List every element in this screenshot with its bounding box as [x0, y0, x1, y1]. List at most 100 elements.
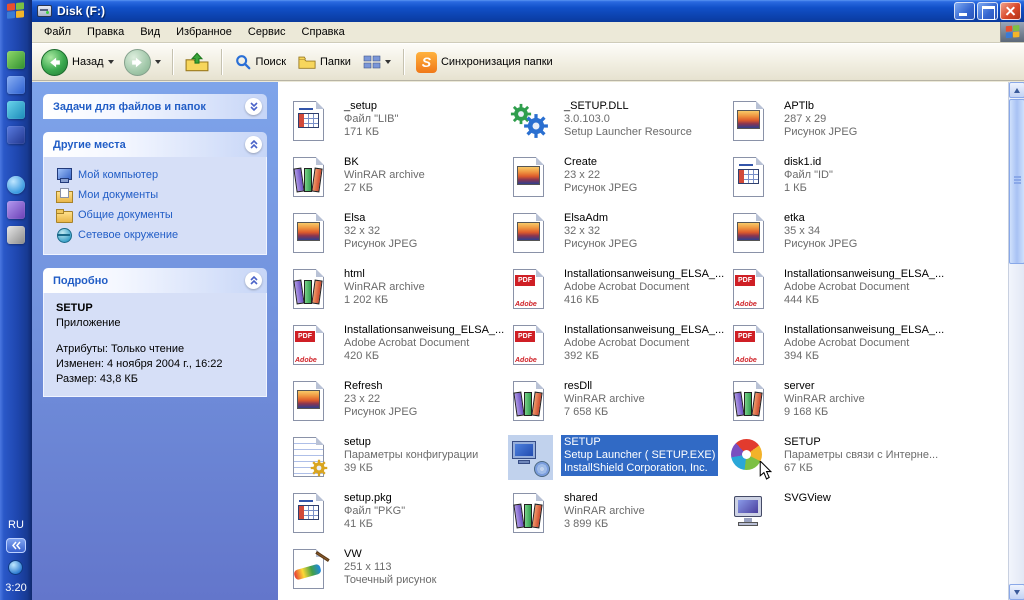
folders-button[interactable]: Папки: [294, 52, 355, 72]
taskbar-clock: 3:20: [5, 582, 26, 594]
quick-launch-icon[interactable]: [7, 226, 25, 244]
file-tile[interactable]: VW251 x 113Точечный рисунок: [288, 547, 508, 600]
vertical-scrollbar[interactable]: [1008, 82, 1024, 600]
taskbar-top: [7, 0, 25, 244]
file-tile[interactable]: SVGView: [728, 491, 948, 547]
scroll-up-button[interactable]: [1009, 82, 1024, 98]
file-detail: Adobe Acrobat Document: [784, 337, 944, 350]
chevron-double-up-icon[interactable]: [245, 136, 262, 153]
internet-explorer-icon[interactable]: [7, 176, 25, 194]
sidebar-item-shared-documents[interactable]: Общие документы: [56, 205, 256, 225]
file-name: ElsaAdm: [564, 212, 637, 225]
file-tile[interactable]: etka35 x 34Рисунок JPEG: [728, 211, 948, 267]
back-button[interactable]: Назад: [38, 47, 117, 78]
file-tile[interactable]: Elsa32 x 32Рисунок JPEG: [288, 211, 508, 267]
chevron-down-icon[interactable]: [385, 60, 391, 64]
chevron-double-down-icon[interactable]: [245, 98, 262, 115]
file-tile[interactable]: APTlb287 x 29Рисунок JPEG: [728, 99, 948, 155]
file-name: SETUP: [564, 436, 715, 449]
search-button[interactable]: Поиск: [230, 52, 290, 72]
file-list-area[interactable]: _setupФайл "LIB"171 КБ_SETUP.DLL3.0.103.…: [278, 82, 1008, 600]
file-tile[interactable]: disk1.idФайл "ID"1 КБ: [728, 155, 948, 211]
sidebar-item-network-places[interactable]: Сетевое окружение: [56, 225, 256, 245]
quick-launch-icon[interactable]: [7, 126, 25, 144]
scroll-down-button[interactable]: [1009, 584, 1024, 600]
pdf-file-icon: PDFAdobe: [508, 323, 553, 368]
sidebar-item-label: Общие документы: [78, 209, 173, 221]
menu-item[interactable]: Файл: [36, 23, 79, 41]
file-detail: Файл "ID": [784, 169, 833, 182]
task-pane-sections: Задачи для файлов и папок Другие места Мой…: [43, 94, 267, 397]
file-tile[interactable]: PDFAdobeInstallationsanweisung_ELSA_...A…: [728, 323, 948, 379]
hide-tray-icons-button[interactable]: [6, 538, 26, 553]
sidebar-item-my-documents[interactable]: Мои документы: [56, 185, 256, 205]
file-tile[interactable]: setupПараметры конфигурации39 КБ: [288, 435, 508, 491]
file-name: shared: [564, 492, 645, 505]
scrollbar-thumb[interactable]: [1009, 99, 1024, 264]
folder-sync-button[interactable]: S Синхронизация папки: [412, 50, 557, 75]
sidebar-item-my-computer[interactable]: Мой компьютер: [56, 165, 256, 185]
file-tile[interactable]: ElsaAdm32 x 32Рисунок JPEG: [508, 211, 728, 267]
task-pane-section-header[interactable]: Задачи для файлов и папок: [43, 94, 267, 119]
triangle-down-icon: [1014, 590, 1020, 595]
file-detail: 3.0.103.0: [564, 113, 692, 126]
tray-icon[interactable]: [8, 560, 23, 575]
installer-file-icon: [508, 435, 553, 480]
chevron-double-up-icon[interactable]: [245, 272, 262, 289]
file-tile[interactable]: _SETUP.DLL3.0.103.0Setup Launcher Resour…: [508, 99, 728, 155]
back-arrow-icon: [41, 49, 68, 76]
menu-item[interactable]: Правка: [79, 23, 132, 41]
chevron-down-icon[interactable]: [155, 60, 161, 64]
file-tile[interactable]: BKWinRAR archive27 КБ: [288, 155, 508, 211]
section-title: Другие места: [53, 139, 126, 151]
up-folder-icon: [185, 52, 209, 72]
up-folder-button[interactable]: [181, 50, 213, 74]
language-indicator[interactable]: RU: [8, 519, 24, 531]
file-detail: WinRAR archive: [344, 169, 425, 182]
details-attributes: Атрибуты: Только чтение: [56, 342, 256, 357]
file-detail: Рисунок JPEG: [784, 238, 857, 251]
quick-launch-icon[interactable]: [7, 101, 25, 119]
file-tile[interactable]: PDFAdobeInstallationsanweisung_ELSA_...A…: [288, 323, 508, 379]
file-tile[interactable]: PDFAdobeInstallationsanweisung_ELSA_...A…: [728, 267, 948, 323]
file-tile[interactable]: htmlWinRAR archive1 202 КБ: [288, 267, 508, 323]
file-tile[interactable]: PDFAdobeInstallationsanweisung_ELSA_...A…: [508, 323, 728, 379]
title-bar: Disk (F:): [32, 0, 1024, 22]
file-tile[interactable]: setup.pkgФайл "PKG"41 КБ: [288, 491, 508, 547]
file-name: Installationsanweisung_ELSA_...: [344, 324, 504, 337]
file-tile[interactable]: resDllWinRAR archive7 658 КБ: [508, 379, 728, 435]
forward-button[interactable]: [121, 47, 164, 78]
file-detail: 35 x 34: [784, 225, 857, 238]
file-name: Installationsanweisung_ELSA_...: [784, 324, 944, 337]
file-tile[interactable]: Create23 x 22Рисунок JPEG: [508, 155, 728, 211]
details-file-name: SETUP: [56, 301, 256, 316]
chevron-down-icon[interactable]: [108, 60, 114, 64]
quick-launch-icon[interactable]: [7, 201, 25, 219]
file-tile-text: Elsa32 x 32Рисунок JPEG: [341, 211, 420, 252]
quick-launch-icon[interactable]: [7, 76, 25, 94]
chevron-left-icon: [11, 541, 21, 550]
file-tile[interactable]: serverWinRAR archive9 168 КБ: [728, 379, 948, 435]
file-tile[interactable]: sharedWinRAR archive3 899 КБ: [508, 491, 728, 547]
file-tile[interactable]: Refresh23 x 22Рисунок JPEG: [288, 379, 508, 435]
maximize-button[interactable]: [977, 2, 998, 20]
file-tile-text: etka35 x 34Рисунок JPEG: [781, 211, 860, 252]
quick-launch-icon[interactable]: [7, 51, 25, 69]
file-tile[interactable]: SETUPПараметры связи с Интерне...67 КБ: [728, 435, 948, 491]
task-pane-section-header[interactable]: Подробно: [43, 268, 267, 293]
menu-item[interactable]: Вид: [132, 23, 168, 41]
minimize-button[interactable]: [954, 2, 975, 20]
close-button[interactable]: [1000, 2, 1021, 20]
file-tile-selected[interactable]: SETUPSetup Launcher ( SETUP.EXE)InstallS…: [508, 435, 728, 491]
file-tile[interactable]: PDFAdobeInstallationsanweisung_ELSA_...A…: [508, 267, 728, 323]
menu-item[interactable]: Избранное: [168, 23, 240, 41]
views-button[interactable]: [359, 52, 395, 72]
file-detail: 32 x 32: [344, 225, 417, 238]
windows-start-icon[interactable]: [7, 2, 25, 20]
menu-item[interactable]: Справка: [294, 23, 353, 41]
task-pane-section-header[interactable]: Другие места: [43, 132, 267, 157]
bitmap-file-icon: [288, 547, 333, 592]
menu-item[interactable]: Сервис: [240, 23, 294, 41]
file-detail: 171 КБ: [344, 126, 398, 139]
file-tile[interactable]: _setupФайл "LIB"171 КБ: [288, 99, 508, 155]
